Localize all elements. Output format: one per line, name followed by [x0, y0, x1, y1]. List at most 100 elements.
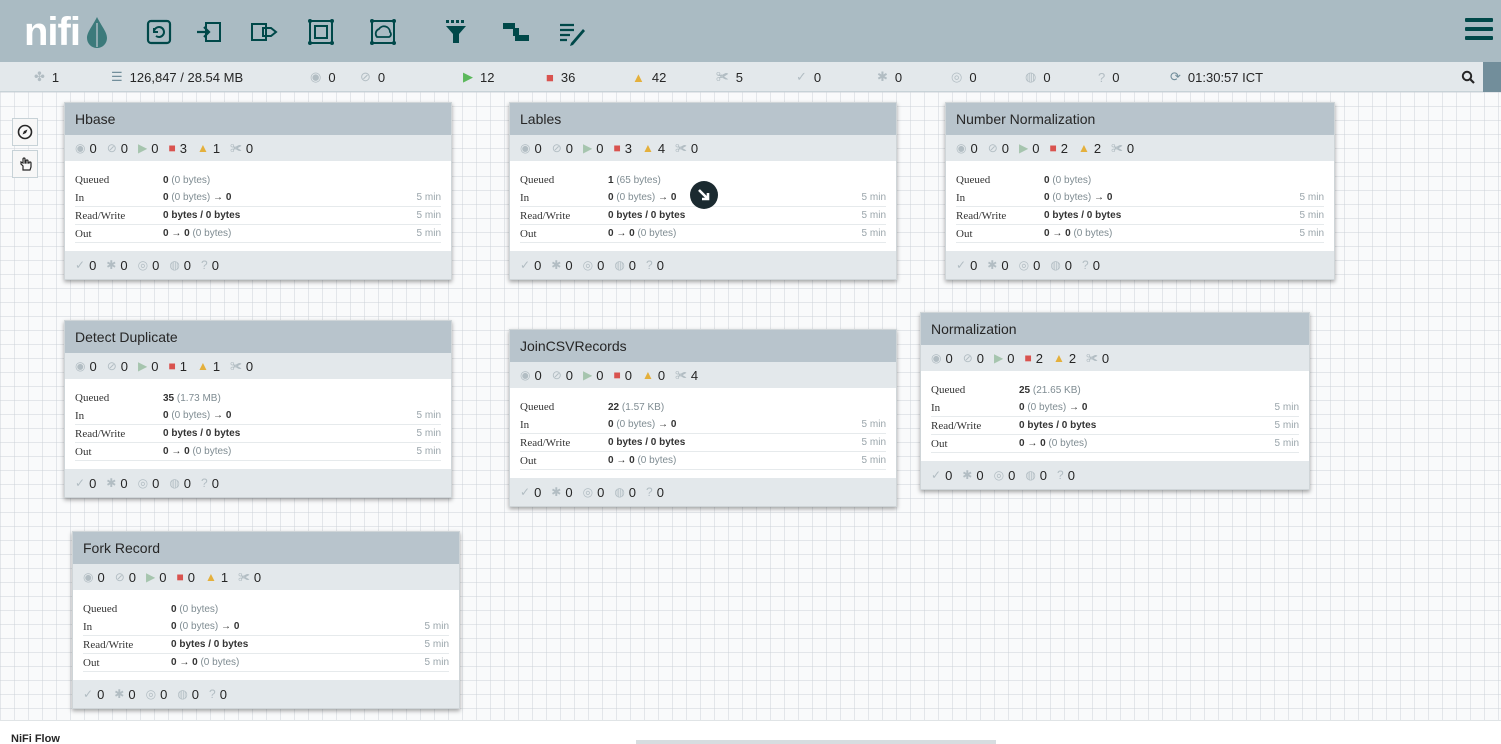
queued-value: 25 (21.65 KB) [1019, 384, 1081, 396]
output-port-icon[interactable] [248, 17, 280, 47]
transmitting-icon: ◉ [75, 359, 86, 373]
process-group-name[interactable]: JoinCSVRecords [510, 330, 896, 362]
pg-version-stat: ◍ 0 [1025, 467, 1048, 483]
running-icon: ▶ [138, 141, 148, 155]
queued-row: Queued 22 (1.57 KB) [520, 398, 886, 416]
funnel-icon[interactable] [440, 17, 472, 47]
pg-version-stat: ? 0 [201, 257, 219, 273]
not-transmitting-status: ⊘ 0 [360, 69, 386, 85]
pg-version-stat: ◍ 0 [614, 257, 637, 273]
pg-stat: ✀ 0 [230, 140, 254, 156]
check-icon: ✓ [75, 476, 86, 490]
process-group[interactable]: JoinCSVRecords ◉ 0 ⊘ 0 ▶ 0 ■ 0 ▲ 0 ✀ 4 Queued 22 (1… [509, 329, 897, 507]
process-group-details: Queued 22 (1.57 KB) In 0 (0 bytes) → 0 5… [510, 388, 896, 478]
pg-stat: ■ 0 [176, 569, 195, 585]
process-group-versioning: ✓ 0 ✱ 0 ◎ 0 ◍ 0 ? 0 [73, 680, 459, 708]
stopped-icon: ■ [176, 570, 184, 584]
read-write-label: Read/Write [956, 209, 1007, 222]
processor-icon[interactable] [143, 17, 175, 47]
out-row: Out 0 → 0 (0 bytes) 5 min [520, 452, 886, 470]
pg-version-stat: ✓ 0 [83, 686, 105, 702]
disabled-icon: ✀ [1111, 140, 1123, 155]
pg-version-stat: ✱ 0 [106, 475, 128, 491]
read-write-time: 5 min [424, 639, 449, 650]
refresh-status[interactable]: ⟳ 01:30:57 ICT [1170, 62, 1263, 92]
process-group[interactable]: Hbase ◉ 0 ⊘ 0 ▶ 0 ■ 3 ▲ 1 ✀ 0 Queued 0 (0 bytes) In… [64, 102, 452, 280]
stale-icon: ◎ [137, 476, 149, 490]
pg-version-stat: ? 0 [646, 484, 664, 500]
process-group-stats: ◉ 0 ⊘ 0 ▶ 0 ■ 1 ▲ 1 ✀ 0 [65, 353, 451, 379]
check-icon: ✓ [520, 258, 531, 272]
in-value: 0 (0 bytes) → 0 [608, 192, 677, 203]
process-group-icon[interactable] [305, 17, 337, 47]
process-group-name[interactable]: Lables [510, 103, 896, 135]
out-time: 5 min [861, 455, 886, 466]
template-icon[interactable] [500, 17, 532, 47]
disabled-icon: ✀ [238, 569, 250, 584]
asterisk-icon: ✱ [962, 468, 973, 482]
process-group[interactable]: Detect Duplicate ◉ 0 ⊘ 0 ▶ 0 ■ 1 ▲ 1 ✀ 0 Queued 35 … [64, 320, 452, 498]
search-icon[interactable] [1457, 62, 1479, 92]
in-label: In [83, 620, 93, 633]
process-group[interactable]: Fork Record ◉ 0 ⊘ 0 ▶ 0 ■ 0 ▲ 1 ✀ 0 Queued 0 (0 byt… [72, 531, 460, 709]
process-group[interactable]: Normalization ◉ 0 ⊘ 0 ▶ 0 ■ 2 ▲ 2 ✀ 0 Queued 25 (21… [920, 312, 1310, 490]
process-group-details: Queued 35 (1.73 MB) In 0 (0 bytes) → 0 5… [65, 379, 451, 469]
stopped-icon: ■ [613, 368, 621, 382]
refresh-icon[interactable]: ⟳ [1170, 69, 1181, 85]
read-write-label: Read/Write [75, 427, 126, 440]
warning-icon: ▲ [196, 141, 209, 155]
modified-stale-icon: ◍ [614, 485, 625, 499]
process-group-name[interactable]: Normalization [921, 313, 1309, 345]
process-group[interactable]: Number Normalization ◉ 0 ⊘ 0 ▶ 0 ■ 2 ▲ 2 ✀ 0 Queued… [945, 102, 1335, 280]
out-time: 5 min [861, 228, 886, 239]
input-port-icon[interactable] [193, 17, 225, 47]
pg-stat: ⊘ 0 [987, 140, 1010, 156]
transmitting-icon: ◉ [75, 141, 86, 155]
pg-stat: ◉ 0 [75, 358, 97, 374]
process-group-stats: ◉ 0 ⊘ 0 ▶ 0 ■ 0 ▲ 0 ✀ 4 [510, 362, 896, 388]
queued-row: Queued 0 (0 bytes) [83, 600, 449, 618]
pg-version-stat: ◍ 0 [169, 257, 192, 273]
sync-failure-status: ? 0 [1098, 69, 1120, 85]
out-time: 5 min [1274, 438, 1299, 449]
process-group-name[interactable]: Detect Duplicate [65, 321, 451, 353]
remote-process-group-icon[interactable] [367, 17, 399, 47]
read-write-time: 5 min [1299, 210, 1324, 221]
pg-version-stat: ✓ 0 [520, 484, 542, 500]
queued-row: Queued 25 (21.65 KB) [931, 381, 1299, 399]
breadcrumb-nifi-flow[interactable]: NiFi Flow [11, 733, 60, 744]
pg-stat: ◉ 0 [931, 350, 953, 366]
pg-version-stat: ? 0 [209, 686, 227, 702]
horizontal-scrollbar[interactable] [636, 740, 996, 744]
in-label: In [75, 191, 85, 204]
out-time: 5 min [416, 228, 441, 239]
out-row: Out 0 → 0 (0 bytes) 5 min [75, 225, 441, 243]
process-group-name[interactable]: Fork Record [73, 532, 459, 564]
pg-stat: ⊘ 0 [106, 140, 129, 156]
pg-stat: ■ 3 [613, 140, 632, 156]
queued-row: Queued 35 (1.73 MB) [75, 389, 441, 407]
flow-status-toggle[interactable] [1483, 62, 1501, 92]
pg-version-stat: ◎ 0 [137, 257, 160, 273]
process-group-name[interactable]: Hbase [65, 103, 451, 135]
transmitting-icon: ◉ [520, 141, 531, 155]
mouse-cursor-icon [690, 181, 718, 209]
pg-version-stat: ◍ 0 [169, 475, 192, 491]
modified-stale-icon: ◍ [1025, 69, 1037, 84]
compass-icon[interactable] [12, 118, 38, 146]
stale-icon: ◎ [145, 687, 157, 701]
check-icon: ✓ [796, 69, 807, 84]
global-menu-icon[interactable] [1465, 18, 1493, 44]
modified-stale-icon: ◍ [169, 258, 180, 272]
operate-hand-icon[interactable] [12, 150, 38, 178]
flowfiles-status: ☰ 126,847 / 28.54 MB [111, 69, 244, 85]
stopped-icon: ■ [1049, 141, 1057, 155]
disabled-icon: ✀ [230, 140, 242, 155]
not-transmitting-icon: ⊘ [551, 141, 562, 155]
process-group-name[interactable]: Number Normalization [946, 103, 1334, 135]
pg-version-stat: ✓ 0 [956, 257, 978, 273]
label-icon[interactable] [556, 17, 588, 47]
pg-stat: ◉ 0 [83, 569, 105, 585]
out-row: Out 0 → 0 (0 bytes) 5 min [75, 443, 441, 461]
locally-modified-stale-status: ◍ 0 [1025, 69, 1051, 85]
